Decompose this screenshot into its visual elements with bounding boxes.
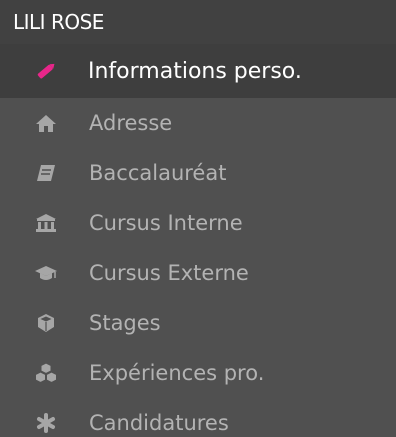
book-icon [34,161,58,185]
sidebar-item-label: Baccalauréat [89,161,227,185]
sidebar-item-label: Cursus Interne [89,211,243,235]
sidebar-item-label: Stages [89,311,161,335]
sidebar-item-stages[interactable]: Stages [0,298,396,348]
user-name: LILI ROSE [0,0,396,44]
cube-icon [34,311,58,335]
sidebar-item-adresse[interactable]: Adresse [0,98,396,148]
sidebar-item-cursus-externe[interactable]: Cursus Externe [0,248,396,298]
sidebar-menu: Informations perso. Adresse Baccalauréat [0,44,396,437]
institution-icon [34,211,58,235]
sidebar-item-label: Expériences pro. [89,361,265,385]
sidebar-item-label: Cursus Externe [89,261,249,285]
sidebar-item-informations-perso[interactable]: Informations perso. [0,44,396,98]
sidebar-item-label: Informations perso. [88,58,302,84]
pencil-icon [34,59,58,83]
sidebar-item-cursus-interne[interactable]: Cursus Interne [0,198,396,248]
sidebar-item-experiences-pro[interactable]: Expériences pro. [0,348,396,398]
sidebar: LILI ROSE Informations perso. Adresse Ba… [0,0,396,437]
sidebar-item-label: Candidatures [89,411,229,435]
home-icon [34,111,58,135]
sidebar-item-candidatures[interactable]: Candidatures [0,398,396,437]
cubes-icon [34,361,58,385]
graduation-cap-icon [34,261,58,285]
sidebar-item-label: Adresse [89,111,173,135]
asterisk-icon [34,411,58,435]
sidebar-item-baccalaureat[interactable]: Baccalauréat [0,148,396,198]
